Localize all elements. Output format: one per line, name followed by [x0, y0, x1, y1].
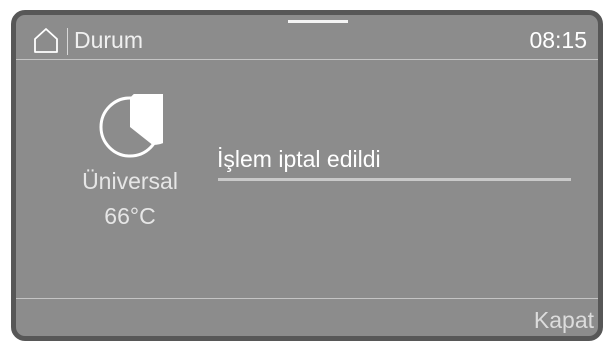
header-separator-line: [16, 59, 598, 60]
page-title: Durum: [74, 27, 144, 53]
program-temperature: 66°C: [104, 203, 156, 229]
header-divider: [67, 28, 68, 55]
clock-time: 08:15: [529, 27, 587, 53]
half-circle-progress-icon: [97, 87, 182, 160]
close-button[interactable]: Kapat: [528, 305, 598, 335]
display-screen: Durum 08:15 Üniversal 66°C İşlem iptal e…: [11, 10, 603, 341]
home-icon[interactable]: [33, 27, 59, 53]
device-frame: Durum 08:15 Üniversal 66°C İşlem iptal e…: [0, 0, 614, 350]
header-bar: Durum 08:15: [16, 15, 598, 59]
status-underline: [218, 178, 571, 181]
footer-separator-line: [16, 298, 598, 299]
program-name: Üniversal: [82, 168, 178, 194]
status-message: İşlem iptal edildi: [217, 146, 381, 172]
